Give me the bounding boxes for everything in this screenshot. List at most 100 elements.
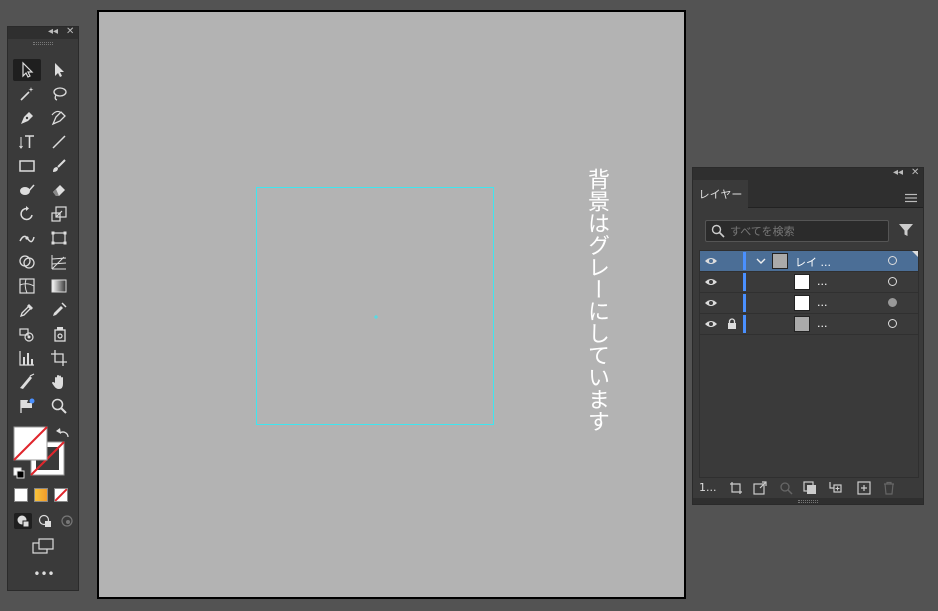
visibility-eye-icon[interactable] — [704, 297, 718, 309]
layer-thumbnail — [794, 274, 810, 290]
filter-icon[interactable] — [898, 222, 914, 238]
collapse-icon[interactable]: ◂◂ — [893, 167, 903, 179]
selection-bounding-box[interactable] — [256, 187, 494, 425]
paintbrush-tool-icon[interactable] — [45, 155, 73, 177]
layer-row[interactable]: レイ ... — [700, 251, 918, 272]
perspective-grid-tool-icon[interactable] — [45, 251, 73, 273]
artboard[interactable]: 背景はグレーにしています — [97, 10, 686, 599]
visibility-eye-icon[interactable] — [704, 276, 718, 288]
layers-search — [705, 220, 889, 242]
layer-row[interactable]: ... — [700, 272, 918, 293]
tool-grid — [13, 59, 75, 419]
collapse-icon[interactable]: ◂◂ — [48, 26, 58, 38]
live-paint-bucket-icon[interactable] — [45, 323, 73, 345]
tools-panel-header[interactable]: ◂◂ ✕ — [8, 26, 78, 39]
close-icon[interactable]: ✕ — [66, 26, 74, 38]
layer-color-indicator — [743, 273, 746, 291]
target-circle-icon[interactable] — [888, 298, 897, 307]
layer-thumbnail — [794, 316, 810, 332]
layer-thumbnail — [794, 295, 810, 311]
lasso-tool-icon[interactable] — [45, 83, 73, 105]
clipping-mask-icon[interactable] — [803, 481, 817, 495]
visibility-eye-icon[interactable] — [704, 318, 718, 330]
layers-panel-header[interactable]: ◂◂ ✕ — [693, 167, 923, 180]
edit-toolbar-button[interactable]: ••• — [8, 567, 80, 581]
panel-grip[interactable] — [8, 39, 78, 47]
panel-resize-grip[interactable] — [693, 498, 923, 504]
pen-tool-icon[interactable] — [13, 107, 41, 129]
none-mode-button[interactable] — [54, 488, 68, 502]
search-input[interactable] — [730, 223, 880, 239]
locate-object-icon[interactable] — [779, 481, 793, 495]
new-layer-icon[interactable] — [857, 481, 871, 495]
line-segment-tool-icon[interactable] — [45, 131, 73, 153]
curvature-tool-icon[interactable] — [45, 107, 73, 129]
free-transform-tool-icon[interactable] — [45, 227, 73, 249]
eyedropper-tool-icon[interactable] — [13, 299, 41, 321]
direct-selection-tool-icon[interactable] — [45, 59, 73, 81]
export-icon[interactable] — [753, 481, 767, 495]
layer-name[interactable]: ... — [817, 296, 828, 309]
draw-inside-icon[interactable] — [58, 513, 76, 529]
mesh-tool-icon[interactable] — [13, 275, 41, 297]
artboard-tool-icon[interactable] — [45, 347, 73, 369]
draw-behind-icon[interactable] — [36, 513, 54, 529]
draw-normal-icon[interactable] — [14, 513, 32, 529]
layer-row[interactable]: ... — [700, 314, 918, 335]
color-mode-row — [14, 488, 68, 502]
layer-row[interactable]: ... — [700, 293, 918, 314]
tools-panel: ◂◂ ✕ ••• — [7, 26, 79, 591]
puppet-warp-tool-icon[interactable] — [13, 395, 41, 417]
type-tool-icon[interactable] — [13, 131, 41, 153]
artboard-collect-icon[interactable] — [729, 481, 743, 495]
layers-footer: 1... — [693, 480, 923, 498]
new-sublayer-icon[interactable] — [828, 481, 842, 495]
hand-tool-icon[interactable] — [45, 371, 73, 393]
layer-name[interactable]: ... — [817, 317, 828, 330]
magic-wand-tool-icon[interactable] — [13, 83, 41, 105]
symbol-sprayer-tool-icon[interactable] — [13, 323, 41, 345]
selection-center-point — [374, 304, 378, 319]
zoom-tool-icon[interactable] — [45, 395, 73, 417]
layer-name[interactable]: ... — [817, 275, 828, 288]
chevron-down-icon[interactable] — [756, 255, 766, 267]
layer-color-indicator — [743, 315, 746, 333]
shaper-tool-icon[interactable] — [13, 179, 41, 201]
lock-icon[interactable] — [726, 318, 738, 330]
selection-indicator-icon — [912, 251, 918, 257]
column-graph-tool-icon[interactable] — [13, 347, 41, 369]
color-mode-button[interactable] — [14, 488, 28, 502]
target-circle-icon[interactable] — [888, 319, 897, 328]
panel-menu-icon[interactable] — [905, 188, 917, 203]
visibility-eye-icon[interactable] — [704, 255, 718, 267]
target-circle-icon[interactable] — [888, 277, 897, 286]
fill-stroke-controls — [13, 425, 75, 483]
rectangle-tool-icon[interactable] — [13, 155, 41, 177]
rotate-tool-icon[interactable] — [13, 203, 41, 225]
swap-fill-stroke-icon[interactable] — [56, 428, 69, 438]
close-icon[interactable]: ✕ — [911, 167, 919, 179]
vertical-text-object[interactable]: 背景はグレーにしています — [583, 168, 609, 432]
gradient-mode-button[interactable] — [34, 488, 48, 502]
delete-layer-icon[interactable] — [882, 481, 896, 495]
shape-builder-tool-icon[interactable] — [13, 251, 41, 273]
search-icon — [711, 224, 725, 238]
layer-color-indicator — [743, 294, 746, 312]
default-fill-stroke-icon[interactable] — [13, 467, 25, 479]
slice-tool-icon[interactable] — [13, 371, 41, 393]
width-tool-icon[interactable] — [13, 227, 41, 249]
layers-tabbar: レイヤー — [693, 180, 923, 208]
scale-tool-icon[interactable] — [45, 203, 73, 225]
draw-mode-row — [14, 513, 76, 529]
layers-panel: ◂◂ ✕ レイヤー レイ ... ... — [692, 167, 924, 505]
selection-tool-icon[interactable] — [13, 59, 41, 81]
layer-list: レイ ... ... ... ... — [699, 250, 919, 478]
tab-layers[interactable]: レイヤー — [693, 180, 748, 208]
gradient-tool-icon[interactable] — [45, 275, 73, 297]
layer-name[interactable]: レイ ... — [795, 254, 831, 270]
measure-tool-icon[interactable] — [45, 299, 73, 321]
fill-swatch[interactable] — [13, 426, 48, 461]
target-circle-icon[interactable] — [888, 256, 897, 265]
eraser-tool-icon[interactable] — [45, 179, 73, 201]
screen-mode-icon[interactable] — [30, 537, 58, 555]
